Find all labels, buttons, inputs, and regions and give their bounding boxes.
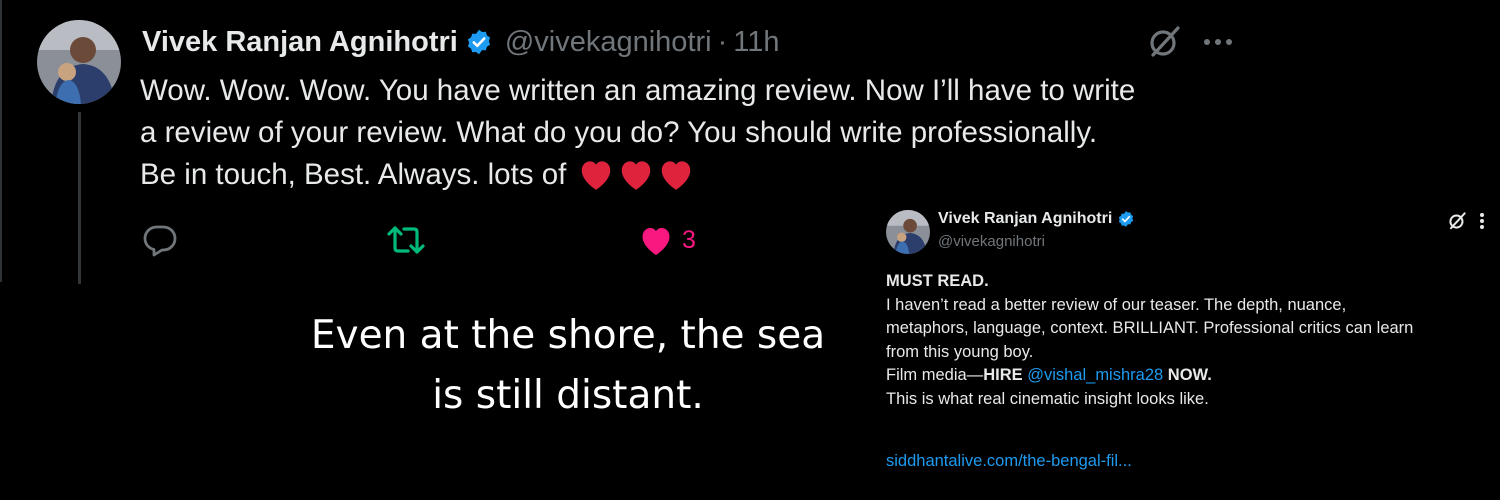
tweet-text-line: Wow. Wow. Wow. You have written an amazi… <box>140 74 1136 107</box>
article-link[interactable]: siddhantalive.com/the-bengal-fil... <box>886 452 1132 471</box>
reply-icon[interactable] <box>142 222 178 258</box>
quoted-text-line: from this young boy. <box>886 342 1034 361</box>
heart-icon <box>621 161 650 190</box>
quoted-text-line: metaphors, language, context. BRILLIANT.… <box>886 319 1414 337</box>
retweet-icon[interactable] <box>386 222 426 258</box>
caption-line: Even at the shore, the sea <box>310 313 826 358</box>
author-handle[interactable]: @vivekagnihotri <box>938 233 1045 250</box>
heart-icon <box>581 161 610 190</box>
grok-icon[interactable] <box>1446 210 1468 232</box>
quoted-text-line: Film media—HIRE @vishal_mishra28 NOW. <box>886 364 1496 388</box>
avatar[interactable] <box>37 20 121 104</box>
more-icon[interactable] <box>1474 212 1490 230</box>
like-button[interactable]: 3 <box>638 222 696 258</box>
avatar[interactable] <box>886 210 930 254</box>
mention-link[interactable]: @vishal_mishra28 <box>1027 366 1163 384</box>
quoted-text: MUST READ. I haven’t read a better revie… <box>886 270 1496 411</box>
edge-line <box>0 0 2 282</box>
tweet-text-line: a review of your review. What do you do?… <box>140 116 1098 149</box>
quoted-text-line: I haven’t read a better review of our te… <box>886 295 1347 314</box>
author-name[interactable]: Vivek Ranjan Agnihotri <box>938 210 1112 228</box>
caption: Even at the shore, the sea is still dist… <box>290 306 846 426</box>
grok-icon[interactable] <box>1144 22 1184 62</box>
quoted-header: Vivek Ranjan Agnihotri <box>938 210 1135 228</box>
author-handle[interactable]: @vivekagnihotri <box>505 26 712 59</box>
verified-badge-icon <box>1119 211 1134 227</box>
tweet-text-line: Be in touch, Best. Always. lots of <box>140 154 1260 196</box>
tweet-text-line-content: Be in touch, Best. Always. lots of <box>140 158 567 191</box>
film-now: NOW. <box>1167 366 1212 384</box>
tweet-text: Wow. Wow. Wow. You have written an amazi… <box>140 70 1260 196</box>
separator-dot: · <box>717 25 728 58</box>
timestamp[interactable]: 11h <box>733 26 779 59</box>
like-count: 3 <box>682 225 696 254</box>
like-icon[interactable] <box>638 223 674 257</box>
caption-line: is still distant. <box>432 373 704 418</box>
thread-line <box>78 112 81 284</box>
film-prefix: Film media— <box>886 366 984 384</box>
verified-badge-icon <box>467 29 490 55</box>
quoted-heading: MUST READ. <box>886 272 989 290</box>
more-icon[interactable] <box>1198 26 1238 58</box>
author-name[interactable]: Vivek Ranjan Agnihotri <box>142 26 458 59</box>
film-hire: HIRE <box>983 366 1023 384</box>
quoted-text-line: This is what real cinematic insight look… <box>886 389 1209 408</box>
tweet-header: Vivek Ranjan Agnihotri @vivekagnihotri ·… <box>142 24 780 60</box>
heart-icon <box>661 161 690 190</box>
